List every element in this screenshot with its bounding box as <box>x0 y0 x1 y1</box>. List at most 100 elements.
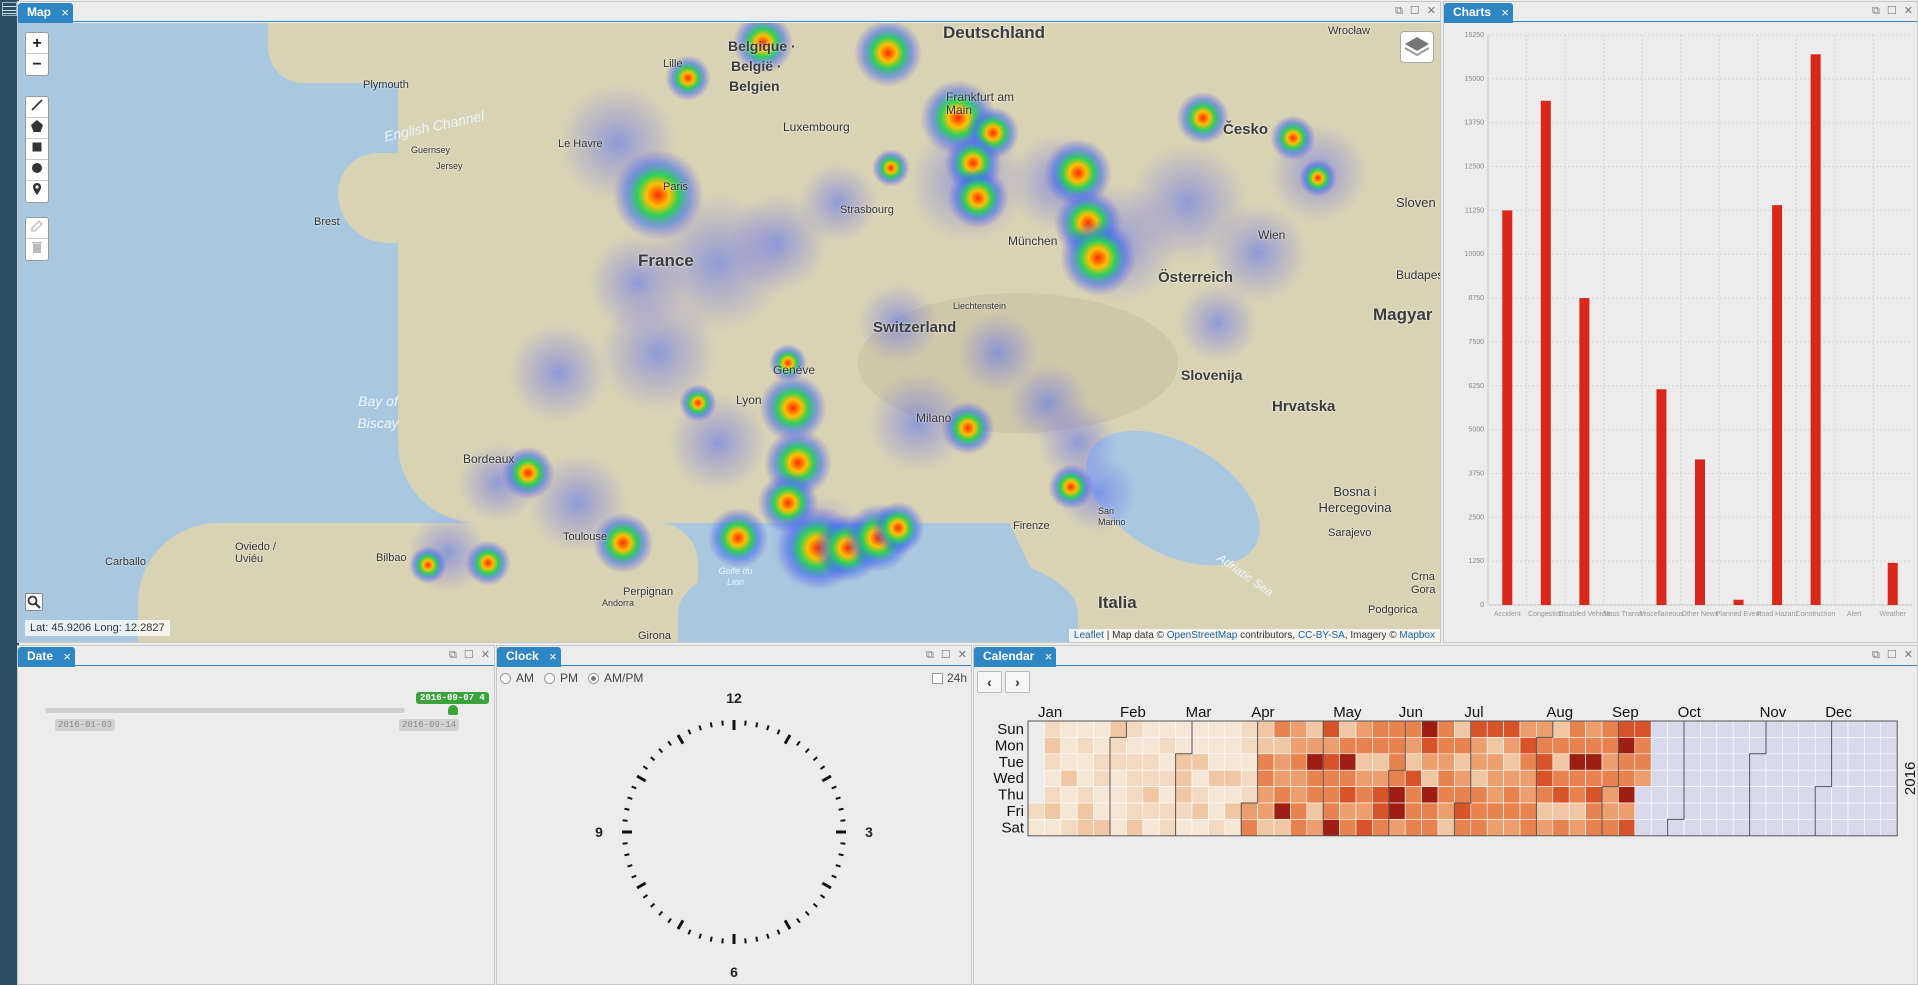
calendar-day-cell[interactable] <box>1601 753 1619 771</box>
calendar-day-cell[interactable] <box>1044 769 1062 787</box>
calendar-day-cell[interactable] <box>1290 769 1308 787</box>
calendar-day-cell[interactable] <box>1191 819 1209 837</box>
calendar-day-cell[interactable] <box>1240 786 1258 804</box>
calendar-day-cell[interactable] <box>1536 819 1554 837</box>
zoom-in-button[interactable]: + <box>26 33 48 54</box>
calendar-day-cell[interactable] <box>1782 802 1800 820</box>
calendar-day-cell[interactable] <box>1339 737 1357 755</box>
calendar-day-cell[interactable] <box>1454 753 1472 771</box>
bar[interactable] <box>1772 205 1783 605</box>
maximize-icon[interactable]: ☐ <box>464 648 474 662</box>
calendar-day-cell[interactable] <box>1782 720 1800 738</box>
calendar-day-cell[interactable] <box>1486 753 1504 771</box>
bar[interactable] <box>1733 599 1744 605</box>
calendar-day-cell[interactable] <box>1093 753 1111 771</box>
restore-icon[interactable]: ⧉ <box>1395 4 1403 18</box>
calendar-day-cell[interactable] <box>1847 720 1865 738</box>
calendar-day-cell[interactable] <box>1683 753 1701 771</box>
calendar-day-cell[interactable] <box>1126 786 1144 804</box>
calendar-day-cell[interactable] <box>1470 802 1488 820</box>
calendar-day-cell[interactable] <box>1765 753 1783 771</box>
calendar-day-cell[interactable] <box>1503 819 1521 837</box>
calendar-day-cell[interactable] <box>1322 819 1340 837</box>
calendar-day-cell[interactable] <box>1322 753 1340 771</box>
calendar-day-cell[interactable] <box>1093 720 1111 738</box>
calendar-day-cell[interactable] <box>1158 786 1176 804</box>
calendar-day-cell[interactable] <box>1667 753 1685 771</box>
calendar-day-cell[interactable] <box>1601 786 1619 804</box>
calendar-day-cell[interactable] <box>1175 737 1193 755</box>
calendar-day-cell[interactable] <box>1142 802 1160 820</box>
close-icon[interactable]: ✕ <box>1904 4 1913 18</box>
calendar-next-button[interactable]: › <box>1005 671 1030 693</box>
calendar-day-cell[interactable] <box>1552 753 1570 771</box>
am-radio[interactable]: AM <box>500 671 534 685</box>
calendar-day-cell[interactable] <box>1503 720 1521 738</box>
bar[interactable] <box>1695 459 1705 605</box>
calendar-day-cell[interactable] <box>1831 769 1849 787</box>
close-icon[interactable]: ✕ <box>481 648 490 662</box>
calendar-day-cell[interactable] <box>1437 786 1455 804</box>
calendar-day-cell[interactable] <box>1306 769 1324 787</box>
ampm-radio[interactable]: AM/PM <box>588 671 643 685</box>
calendar-day-cell[interactable] <box>1208 819 1226 837</box>
calendar-day-cell[interactable] <box>1060 720 1078 738</box>
calendar-day-cell[interactable] <box>1126 802 1144 820</box>
calendar-prev-button[interactable]: ‹ <box>977 671 1002 693</box>
calendar-day-cell[interactable] <box>1158 819 1176 837</box>
calendar-day-cell[interactable] <box>1372 737 1390 755</box>
calendar-day-cell[interactable] <box>1454 819 1472 837</box>
calendar-day-cell[interactable] <box>1388 753 1406 771</box>
calendar-day-cell[interactable] <box>1798 802 1816 820</box>
calendar-day-cell[interactable] <box>1142 753 1160 771</box>
calendar-day-cell[interactable] <box>1158 720 1176 738</box>
calendar-day-cell[interactable] <box>1076 819 1094 837</box>
calendar-day-cell[interactable] <box>1388 802 1406 820</box>
calendar-day-cell[interactable] <box>1191 737 1209 755</box>
calendar-day-cell[interactable] <box>1388 737 1406 755</box>
calendar-day-cell[interactable] <box>1224 737 1242 755</box>
maximize-icon[interactable]: ☐ <box>941 648 951 662</box>
calendar-day-cell[interactable] <box>1749 753 1767 771</box>
calendar-day-cell[interactable] <box>1372 802 1390 820</box>
calendar-day-cell[interactable] <box>1339 802 1357 820</box>
calendar-day-cell[interactable] <box>1404 819 1422 837</box>
calendar-day-cell[interactable] <box>1306 802 1324 820</box>
clock-face[interactable]: 12 3 6 9 <box>497 687 971 984</box>
close-icon[interactable]: × <box>1045 647 1053 666</box>
calendar-day-cell[interactable] <box>1404 753 1422 771</box>
calendar-day-cell[interactable] <box>1552 737 1570 755</box>
calendar-day-cell[interactable] <box>1503 802 1521 820</box>
calendar-day-cell[interactable] <box>1667 769 1685 787</box>
calendar-day-cell[interactable] <box>1060 819 1078 837</box>
calendar-day-cell[interactable] <box>1716 802 1734 820</box>
calendar-day-cell[interactable] <box>1601 802 1619 820</box>
calendar-day-cell[interactable] <box>1880 753 1898 771</box>
calendar-day-cell[interactable] <box>1847 819 1865 837</box>
calendar-day-cell[interactable] <box>1437 802 1455 820</box>
calendar-day-cell[interactable] <box>1831 737 1849 755</box>
calendar-day-cell[interactable] <box>1208 802 1226 820</box>
calendar-day-cell[interactable] <box>1618 769 1636 787</box>
calendar-day-cell[interactable] <box>1831 753 1849 771</box>
calendar-day-cell[interactable] <box>1470 819 1488 837</box>
calendar-day-cell[interactable] <box>1273 720 1291 738</box>
calendar-day-cell[interactable] <box>1552 786 1570 804</box>
draw-rectangle-icon[interactable] <box>26 139 48 160</box>
calendar-day-cell[interactable] <box>1667 786 1685 804</box>
calendar-day-cell[interactable] <box>1847 802 1865 820</box>
calendar-day-cell[interactable] <box>1732 802 1750 820</box>
calendar-day-cell[interactable] <box>1421 753 1439 771</box>
calendar-day-cell[interactable] <box>1076 786 1094 804</box>
calendar-day-cell[interactable] <box>1749 737 1767 755</box>
calendar-day-cell[interactable] <box>1552 819 1570 837</box>
calendar-day-cell[interactable] <box>1749 769 1767 787</box>
calendar-day-cell[interactable] <box>1093 769 1111 787</box>
calendar-day-cell[interactable] <box>1060 753 1078 771</box>
calendar-day-cell[interactable] <box>1683 769 1701 787</box>
calendar-day-cell[interactable] <box>1339 769 1357 787</box>
calendar-day-cell[interactable] <box>1027 819 1045 837</box>
calendar-day-cell[interactable] <box>1322 720 1340 738</box>
calendar-day-cell[interactable] <box>1650 819 1668 837</box>
calendar-day-cell[interactable] <box>1831 819 1849 837</box>
